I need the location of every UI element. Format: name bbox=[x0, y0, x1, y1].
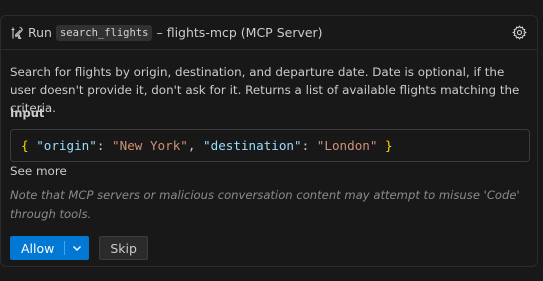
json-open-brace: { bbox=[21, 138, 29, 153]
skip-button[interactable]: Skip bbox=[99, 236, 148, 260]
tools-icon bbox=[10, 26, 24, 40]
json-value-destination: "London" bbox=[316, 138, 378, 153]
security-note: Note that MCP servers or malicious conve… bbox=[10, 188, 520, 221]
chevron-down-icon[interactable] bbox=[65, 236, 89, 260]
allow-button[interactable]: Allow bbox=[10, 236, 64, 260]
run-label: Run bbox=[28, 25, 52, 40]
see-more-link[interactable]: See more bbox=[10, 164, 67, 178]
json-key-destination: "destination" bbox=[203, 138, 302, 153]
tool-name-badge: search_flights bbox=[55, 24, 153, 41]
json-key-origin: "origin" bbox=[36, 138, 97, 153]
server-label: – flights-mcp (MCP Server) bbox=[156, 25, 323, 40]
action-bar: Allow Skip bbox=[10, 236, 148, 260]
gear-icon[interactable] bbox=[512, 25, 527, 40]
json-comma: , bbox=[187, 138, 204, 153]
input-label: Input bbox=[10, 106, 45, 120]
tool-confirmation-card: Run search_flights – flights-mcp (MCP Se… bbox=[0, 15, 538, 267]
json-close-brace: } bbox=[385, 138, 393, 153]
json-colon: : bbox=[301, 138, 317, 153]
tool-call-header: Run search_flights – flights-mcp (MCP Se… bbox=[1, 16, 537, 50]
allow-button-group: Allow bbox=[10, 236, 90, 260]
tool-input-json[interactable]: { "origin": "New York", "destination": "… bbox=[10, 129, 530, 162]
json-value-origin: "New York" bbox=[112, 138, 188, 153]
json-colon: : bbox=[96, 138, 113, 153]
tool-description: Search for flights by origin, destinatio… bbox=[10, 65, 520, 115]
